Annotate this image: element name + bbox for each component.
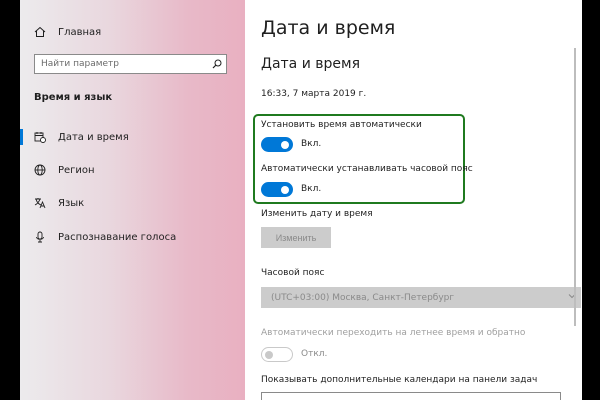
sidebar-item-language[interactable]: Язык — [20, 192, 245, 214]
home-icon — [34, 23, 46, 42]
search-icon[interactable] — [208, 59, 226, 69]
globe-icon — [32, 164, 48, 176]
page-title: Дата и время — [261, 17, 396, 39]
auto-timezone-label: Автоматически устанавливать часовой пояс — [261, 164, 473, 174]
calendars-select[interactable] — [261, 392, 561, 400]
auto-time-toggle[interactable] — [261, 137, 293, 152]
main-panel: Дата и время Дата и время 16:33, 7 марта… — [245, 0, 582, 400]
dst-state: Откл. — [301, 349, 328, 359]
toggle-knob — [281, 185, 289, 194]
search-box[interactable] — [34, 54, 227, 74]
toggle-knob — [281, 140, 289, 149]
home-label: Главная — [58, 26, 102, 38]
sidebar-item-speech[interactable]: Распознавание голоса — [20, 226, 245, 248]
language-icon — [32, 197, 48, 209]
dst-label: Автоматически переходить на летнее время… — [261, 328, 526, 338]
auto-timezone-state: Вкл. — [301, 184, 322, 194]
section-title: Дата и время — [261, 56, 360, 72]
microphone-icon — [32, 231, 48, 243]
change-button[interactable]: Изменить — [261, 227, 331, 248]
home-link[interactable]: Главная — [34, 22, 101, 42]
search-input[interactable] — [35, 59, 208, 69]
timezone-label: Часовой пояс — [261, 268, 325, 278]
sidebar: Главная Время и язык Дата и время Регион — [20, 0, 245, 400]
sidebar-item-region[interactable]: Регион — [20, 159, 245, 181]
current-time: 16:33, 7 марта 2019 г. — [261, 89, 367, 99]
sidebar-item-date-time[interactable]: Дата и время — [20, 126, 245, 148]
auto-time-state: Вкл. — [301, 139, 322, 149]
dst-toggle[interactable] — [261, 347, 293, 362]
sidebar-section-title: Время и язык — [34, 92, 113, 103]
timezone-value: (UTC+03:00) Москва, Санкт-Петербург — [271, 292, 455, 303]
sidebar-item-label: Дата и время — [58, 131, 129, 143]
calendars-label: Показывать дополнительные календари на п… — [261, 375, 538, 385]
auto-timezone-toggle[interactable] — [261, 182, 293, 197]
scrollbar[interactable] — [574, 48, 576, 326]
auto-time-label: Установить время автоматически — [261, 120, 422, 130]
sidebar-item-label: Распознавание голоса — [58, 231, 177, 243]
sidebar-item-label: Язык — [58, 197, 85, 209]
sidebar-item-label: Регион — [58, 164, 95, 176]
timezone-select[interactable]: (UTC+03:00) Москва, Санкт-Петербург — [261, 287, 581, 308]
toggle-knob — [265, 350, 273, 359]
window-edge — [582, 0, 600, 400]
calendar-clock-icon — [32, 131, 48, 143]
change-datetime-label: Изменить дату и время — [261, 209, 373, 219]
settings-window: Главная Время и язык Дата и время Регион — [20, 0, 582, 400]
